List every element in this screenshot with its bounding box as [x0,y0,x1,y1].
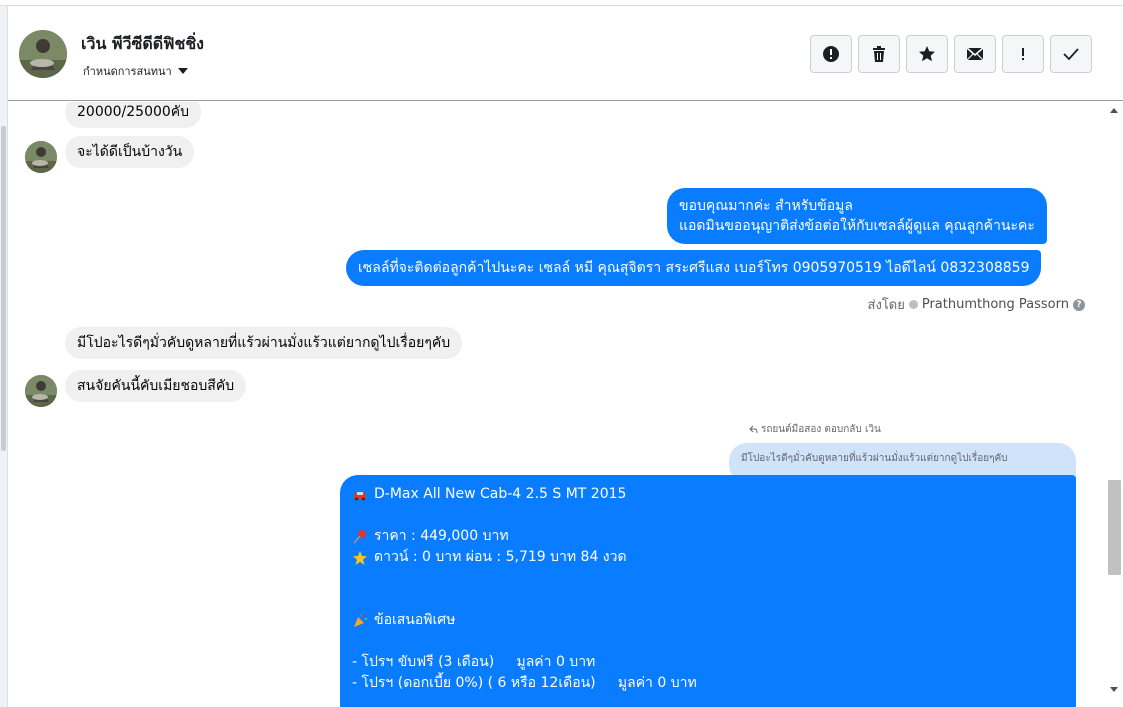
incoming-message[interactable]: 20000/25000คับ [65,102,202,128]
offer-model: D-Max All New Cab-4 2.5 S MT 2015 [374,486,627,502]
follow-up-button[interactable] [1002,35,1044,73]
offer-promo-2: - โปรฯ (ดอกเบี้ย 0%) ( 6 หรือ 12เดือน) ม… [352,675,697,691]
offer-special-line: ข้อเสนอพิเศษ [352,610,1064,631]
star-icon [919,46,935,62]
star-button[interactable] [906,35,948,73]
outgoing-message-line: แอดมินขออนุญาติส่งข้อต่อให้กับเซลล์ผู้ดู… [679,218,1035,234]
offer-special-title: ข้อเสนอพิเศษ [374,612,456,628]
contact-avatar-small[interactable] [25,375,57,407]
sent-by-label: ส่งโดย [867,298,905,313]
incoming-message[interactable]: มีโปอะไรดีๆมั่วคับดูหลายที่แร้วผ่านมั่งแ… [65,327,463,359]
conversation-settings-dropdown[interactable]: กำหนดการสนทนา [83,62,188,80]
offer-message[interactable]: D-Max All New Cab-4 2.5 S MT 2015 ราคา :… [340,475,1076,707]
exclamation-icon [1022,48,1024,60]
sent-by-info: ส่งโดย Prathumthong Passorn ? [868,294,1085,315]
scrollbar-thumb[interactable] [1108,480,1121,575]
reply-arrow-icon [749,425,758,434]
reply-meta-text: รถยนต์มือสอง ตอบกลับ เวิน [761,424,881,435]
conversation-settings-label: กำหนดการสนทนา [83,65,172,78]
contact-name[interactable]: เวิน พีวีซีดีดีฟิชชิ่ง [81,32,204,57]
trash-icon [873,46,885,62]
mark-unread-button[interactable] [954,35,996,73]
star-emoji-icon [353,550,367,565]
scroll-down-arrow-icon[interactable] [1110,687,1118,692]
offer-price: ราคา : 449,000 บาท [374,528,509,544]
offer-down-line: ดาวน์ : 0 บาท ผ่อน : 5,719 บาท 84 งวด [352,547,1064,568]
reply-meta: รถยนต์มือสอง ตอบกลับ เวิน [749,422,881,437]
sent-by-name[interactable]: Prathumthong Passorn [922,297,1069,312]
party-popper-icon [354,613,367,627]
pushpin-icon [353,529,366,543]
check-icon [1063,48,1079,61]
header-actions [810,35,1092,73]
delete-button[interactable] [858,35,900,73]
conversation-header: เวิน พีวีซีดีดีฟิชชิ่ง กำหนดการสนทนา [8,7,1123,101]
thread-scrollbar[interactable] [1106,102,1123,707]
contact-avatar[interactable] [19,30,67,78]
outgoing-message[interactable]: ขอบคุณมากค่ะ สำหรับข้อมูล แอดมินขออนุญาต… [667,188,1047,244]
incoming-message[interactable]: สนจัยคันนี้คับเมียชอบสีคับ [65,370,247,402]
report-button[interactable] [810,35,852,73]
contact-avatar-small[interactable] [25,141,57,173]
outgoing-message-line: ขอบคุณมากค่ะ สำหรับข้อมูล [679,198,853,214]
window-top-edge [0,0,1123,6]
left-scrollbar-thumb[interactable] [1,126,6,451]
offer-promo-1: - โปรฯ ขับฟรี (3 เดือน) มูลค่า 0 บาท [352,654,596,670]
offer-model-line: D-Max All New Cab-4 2.5 S MT 2015 [352,484,1064,505]
offer-price-line: ราคา : 449,000 บาท [352,526,1064,547]
left-scrollbar[interactable] [0,6,8,707]
message-thread[interactable]: 20000/25000คับ จะได้ดีเป็นบ้างวัน ขอบคุณ… [8,102,1123,707]
offer-down: ดาวน์ : 0 บาท ผ่อน : 5,719 บาท 84 งวด [374,549,627,565]
mail-icon [966,47,984,61]
car-icon [354,490,366,500]
help-icon[interactable]: ? [1073,298,1085,311]
sender-dot-icon [908,300,918,309]
scroll-up-arrow-icon[interactable] [1110,108,1118,113]
incoming-message[interactable]: จะได้ดีเป็นบ้างวัน [65,136,195,168]
report-icon [823,46,839,62]
mark-done-button[interactable] [1050,35,1092,73]
outgoing-message[interactable]: เซลล์ที่จะติดต่อลูกค้าไปนะคะ เซลล์ หมี ค… [346,250,1042,286]
caret-down-icon [177,68,188,74]
